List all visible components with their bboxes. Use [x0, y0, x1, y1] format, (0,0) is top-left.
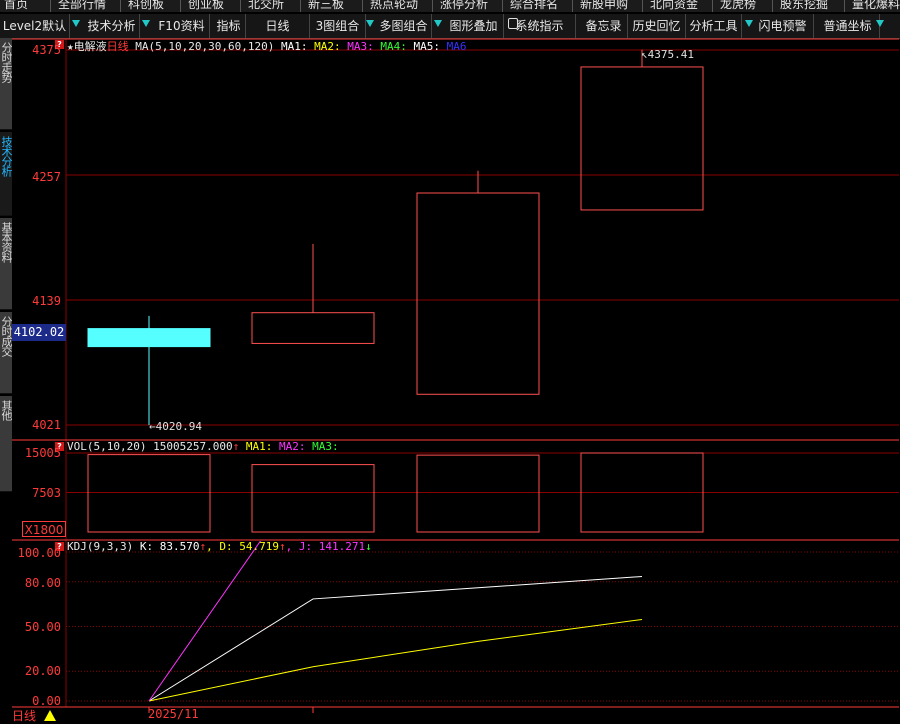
- candle-body: [580, 66, 704, 211]
- price-legend: ★电解液日线 MA(5,10,20,30,60,120) MA1: MA2: M…: [67, 38, 466, 54]
- candle-body: [416, 192, 540, 395]
- current-price-box: 4102.02: [12, 324, 66, 341]
- volume-bar: [251, 464, 375, 533]
- candle-body: [87, 328, 211, 348]
- low-price-value: 4020.94: [155, 420, 202, 433]
- kdj-line-j: [148, 541, 262, 702]
- ma-legend-item: MA1:: [280, 40, 315, 53]
- high-price-value: 4375.41: [647, 48, 694, 61]
- ma-legend-item: MA3:: [312, 440, 339, 453]
- stock-name: ★电解液: [67, 40, 107, 53]
- y-tick-kdj-2: 50.00: [24, 620, 61, 634]
- vol-up-arrow: ↑: [232, 440, 240, 453]
- ma-label: MA(5,10,20,30,60,120): [135, 40, 275, 53]
- ma-legend-item: MA4:: [380, 40, 414, 53]
- vol-label: VOL(5,10,20): [67, 440, 147, 453]
- y-tick-price-3: 4021: [32, 418, 61, 432]
- low-price-marker: ←4020.94: [149, 420, 202, 433]
- y-tick-kdj-1: 80.00: [24, 576, 61, 590]
- kdj-label: KDJ(9,3,3): [67, 540, 134, 553]
- bottom-period-label[interactable]: 日线: [12, 707, 36, 724]
- y-tick-vol-0: 15005: [24, 446, 61, 460]
- vol-legend: VOL(5,10,20) 15005257.000↑ MA1: MA2: MA3…: [67, 440, 339, 453]
- ma-legend-item: MA1:: [245, 440, 279, 453]
- ma-legend-item: MA5:: [413, 40, 447, 53]
- ma-legend-item: MA2:: [278, 440, 313, 453]
- volume-bar: [416, 454, 540, 533]
- kdj-d-arrow: ↑: [278, 540, 286, 553]
- ma-legend-item: MA3:: [347, 40, 381, 53]
- y-tick-price-0: 4375: [32, 43, 61, 57]
- volume-bar: [87, 454, 211, 533]
- kdj-d: D: 54.719: [219, 540, 279, 553]
- triangle-up-icon[interactable]: [44, 710, 56, 721]
- y-tick-kdj-4: 0.00: [32, 694, 61, 708]
- kdj-j: J: 141.271: [298, 540, 366, 553]
- period-label: 日线: [106, 40, 129, 53]
- chart-canvas: [12, 38, 899, 713]
- kdj-legend: KDJ(9,3,3) K: 83.570↑, D: 54.719↑, J: 14…: [67, 540, 372, 553]
- kdj-line-d: [148, 618, 643, 702]
- high-price-marker: ↖4375.41: [641, 48, 694, 61]
- kdj-k: K: 83.570: [139, 540, 200, 553]
- volume-unit-badge: X1800: [22, 521, 66, 537]
- y-tick-price-1: 4257: [32, 170, 61, 184]
- ma-legend-item: MA6: [446, 40, 467, 53]
- y-tick-price-2: 4139: [32, 294, 61, 308]
- y-tick-kdj-3: 20.00: [24, 664, 61, 678]
- kdj-j-arrow: ↓: [365, 540, 372, 553]
- vol-value: 15005257.000: [153, 440, 233, 453]
- ma-legend-item: MA2:: [314, 40, 348, 53]
- candle-body: [251, 312, 375, 344]
- x-axis-date: 2025/11: [148, 707, 199, 721]
- y-tick-vol-1: 7503: [32, 486, 61, 500]
- y-tick-kdj-0: 100.00: [17, 546, 61, 560]
